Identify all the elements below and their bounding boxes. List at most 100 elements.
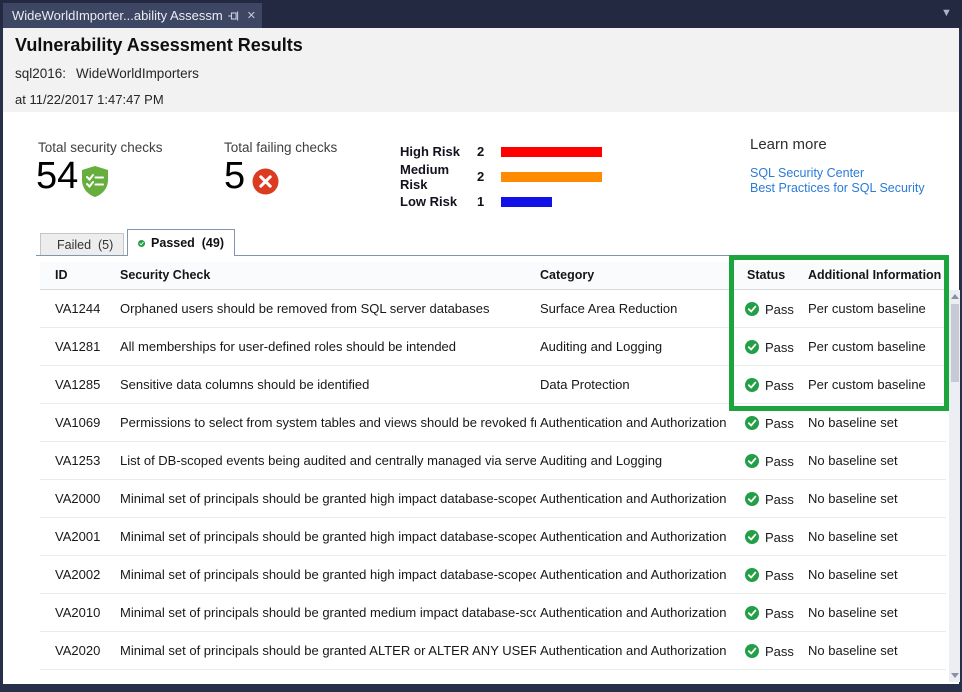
cell-additional-info: No baseline set — [808, 632, 943, 669]
learn-more-section: Learn more SQL Security Center Best Prac… — [750, 136, 925, 196]
status-text: Pass — [765, 302, 794, 317]
app-window: WideWorldImporter...ability Assessment ✕… — [0, 0, 962, 692]
cell-id: VA2000 — [55, 480, 100, 517]
cell-category: Authentication and Authorization — [540, 404, 738, 441]
report-header: Vulnerability Assessment Results sql2016… — [3, 28, 959, 112]
tab-failed[interactable]: Failed (5) — [40, 233, 124, 255]
column-header-category[interactable]: Category — [540, 262, 594, 289]
document-tab[interactable]: WideWorldImporter...ability Assessment ✕ — [3, 3, 262, 28]
cell-status: Pass — [745, 556, 794, 594]
table-header: ID Security Check Category Status Additi… — [40, 262, 946, 290]
cell-status: Pass — [745, 632, 794, 670]
database-name: WideWorldImporters — [76, 66, 199, 81]
cell-category: Authentication and Authorization — [540, 594, 738, 631]
cell-status: Pass — [745, 480, 794, 518]
passed-tab-icon — [138, 237, 145, 250]
pass-icon — [745, 644, 759, 658]
table-row[interactable]: VA1069 Permissions to select from system… — [40, 404, 946, 442]
server-name: sql2016: — [15, 66, 66, 81]
fail-circle-icon — [252, 168, 279, 200]
cell-status: Pass — [745, 442, 794, 480]
scroll-down-icon[interactable] — [951, 673, 959, 678]
table-row[interactable]: VA2010 Minimal set of principals should … — [40, 594, 946, 632]
learn-more-link[interactable]: Best Practices for SQL Security — [750, 181, 925, 196]
pass-icon — [745, 302, 759, 316]
cell-category: Auditing and Logging — [540, 328, 738, 365]
cell-category: Surface Area Reduction — [540, 290, 738, 327]
cell-security-check: Minimal set of principals should be gran… — [120, 518, 536, 555]
column-header-id[interactable]: ID — [55, 262, 68, 289]
column-header-additional-information[interactable]: Additional Information — [808, 262, 941, 289]
cell-additional-info: No baseline set — [808, 556, 943, 593]
risk-row: Low Risk 1 — [400, 189, 660, 214]
status-text: Pass — [765, 416, 794, 431]
security-shield-icon — [80, 165, 110, 203]
risk-label: Low Risk — [400, 194, 477, 209]
scan-target: sql2016: WideWorldImporters — [15, 66, 199, 81]
table-row[interactable]: VA2001 Minimal set of principals should … — [40, 518, 946, 556]
cell-security-check: Permissions to select from system tables… — [120, 404, 536, 441]
cell-additional-info: Per custom baseline — [808, 366, 943, 403]
table-row[interactable]: VA2002 Minimal set of principals should … — [40, 556, 946, 594]
cell-status: Pass — [745, 366, 794, 404]
risk-label: Medium Risk — [400, 162, 477, 192]
cell-category: Authentication and Authorization — [540, 556, 738, 593]
cell-status: Pass — [745, 594, 794, 632]
cell-id: VA1253 — [55, 442, 100, 479]
cell-id: VA2020 — [55, 632, 100, 669]
scrollbar-thumb[interactable] — [951, 304, 959, 382]
pin-icon[interactable] — [227, 10, 239, 22]
table-row[interactable]: VA1285 Sensitive data columns should be … — [40, 366, 946, 404]
cell-security-check: All memberships for user-defined roles s… — [120, 328, 536, 365]
cell-id: VA2001 — [55, 518, 100, 555]
cell-category: Authentication and Authorization — [540, 632, 738, 669]
vertical-scrollbar[interactable] — [949, 290, 960, 682]
learn-more-link[interactable]: SQL Security Center — [750, 166, 925, 181]
cell-id: VA2002 — [55, 556, 100, 593]
tab-passed[interactable]: Passed (49) — [127, 229, 235, 256]
pass-icon — [745, 530, 759, 544]
table-row[interactable]: VA1244 Orphaned users should be removed … — [40, 290, 946, 328]
cell-security-check: Minimal set of principals should be gran… — [120, 556, 536, 593]
table-row[interactable]: VA2000 Minimal set of principals should … — [40, 480, 946, 518]
cell-security-check: Orphaned users should be removed from SQ… — [120, 290, 536, 327]
column-header-status[interactable]: Status — [747, 262, 785, 289]
cell-category: Authentication and Authorization — [540, 518, 738, 555]
scroll-up-icon[interactable] — [951, 294, 959, 299]
cell-id: VA1069 — [55, 404, 100, 441]
table-row[interactable]: VA1253 List of DB-scoped events being au… — [40, 442, 946, 480]
cell-security-check: Minimal set of principals should be gran… — [120, 632, 536, 669]
total-checks-label: Total security checks — [38, 140, 163, 155]
cell-additional-info: No baseline set — [808, 404, 943, 441]
status-text: Pass — [765, 492, 794, 507]
tab-list-chevron-icon[interactable]: ▼ — [941, 7, 952, 19]
pass-icon — [745, 416, 759, 430]
cell-status: Pass — [745, 290, 794, 328]
cell-additional-info: Per custom baseline — [808, 328, 943, 365]
table-row[interactable]: VA1281 All memberships for user-defined … — [40, 328, 946, 366]
pass-icon — [745, 568, 759, 582]
cell-category: Data Protection — [540, 366, 738, 403]
cell-security-check: List of DB-scoped events being audited a… — [120, 442, 536, 479]
table-row[interactable]: VA2020 Minimal set of principals should … — [40, 632, 946, 670]
status-text: Pass — [765, 568, 794, 583]
cell-status: Pass — [745, 518, 794, 556]
pass-icon — [745, 606, 759, 620]
pass-icon — [745, 378, 759, 392]
risk-label: High Risk — [400, 144, 477, 159]
pass-icon — [745, 454, 759, 468]
risk-bar — [501, 147, 602, 157]
status-text: Pass — [765, 530, 794, 545]
failing-checks-value: 5 — [224, 155, 245, 197]
cell-security-check: Sensitive data columns should be identif… — [120, 366, 536, 403]
page-title: Vulnerability Assessment Results — [15, 35, 303, 56]
cell-category: Authentication and Authorization — [540, 480, 738, 517]
failing-checks-label: Total failing checks — [224, 140, 337, 155]
close-icon[interactable]: ✕ — [247, 9, 256, 22]
cell-id: VA1281 — [55, 328, 100, 365]
cell-id: VA1244 — [55, 290, 100, 327]
cell-additional-info: No baseline set — [808, 594, 943, 631]
column-header-security-check[interactable]: Security Check — [120, 262, 210, 289]
pass-icon — [745, 340, 759, 354]
learn-more-links: SQL Security Center Best Practices for S… — [750, 166, 925, 196]
